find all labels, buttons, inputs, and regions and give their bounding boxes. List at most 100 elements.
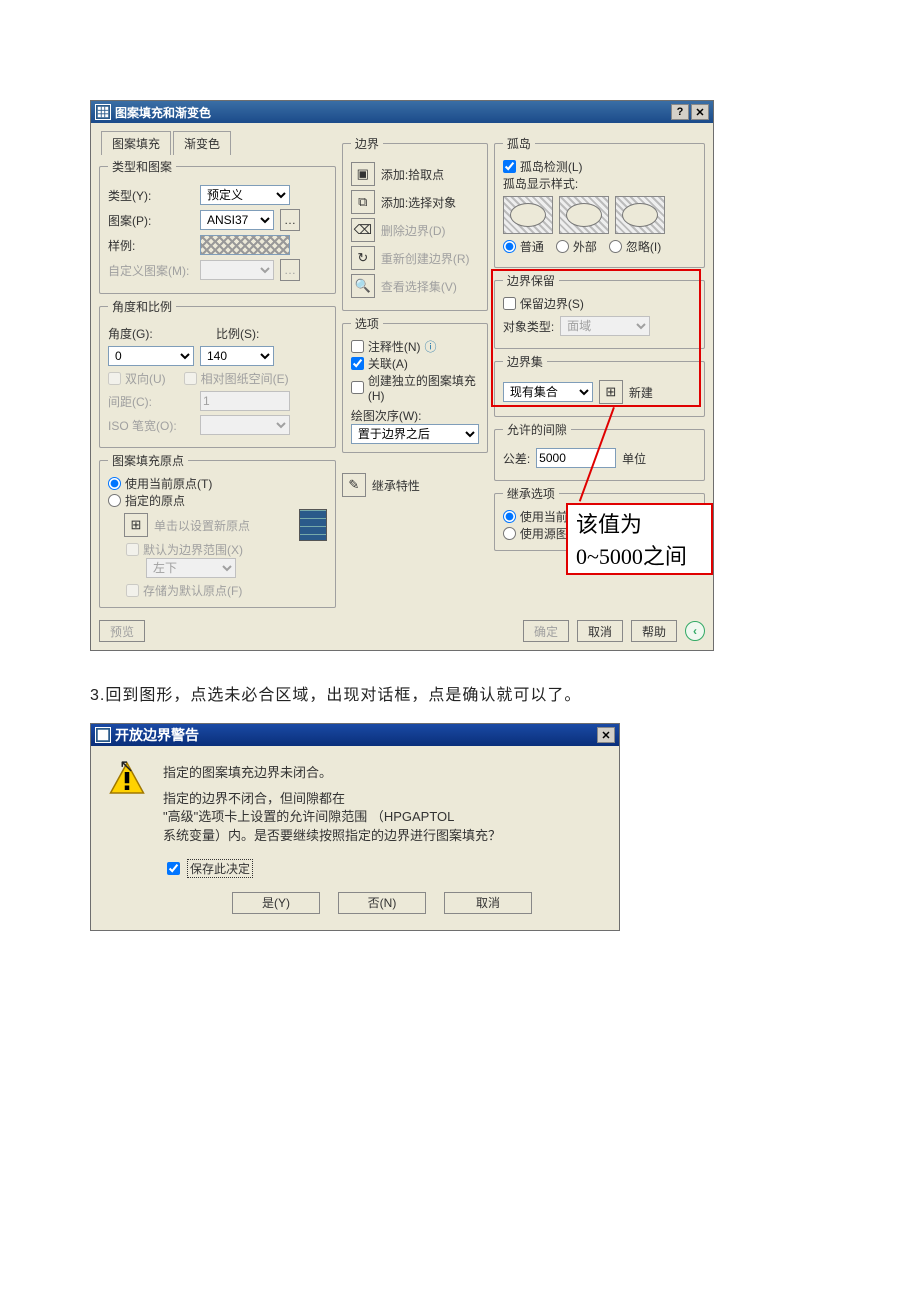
- inherit-current-radio[interactable]: [503, 510, 516, 523]
- draworder-label: 绘图次序(W):: [351, 409, 422, 423]
- viewsel-label: 查看选择集(V): [381, 278, 457, 295]
- warning-msg-1: 指定的图案填充边界未闭合。: [163, 764, 601, 782]
- tol-unit: 单位: [622, 450, 646, 467]
- hatch-origin-legend: 图案填充原点: [108, 452, 188, 469]
- pattern-select[interactable]: ANSI37: [200, 210, 274, 230]
- angle-scale-group: 角度和比例 角度(G): 比例(S): 0 140 双向(U) 相对图纸空间(E…: [99, 298, 336, 448]
- relpaper-label: 相对图纸空间(E): [201, 370, 289, 387]
- origin-current-radio[interactable]: [108, 477, 121, 490]
- assoc-checkbox[interactable]: [351, 357, 364, 370]
- dialog-title-bar: 图案填充和渐变色 ? ✕: [91, 101, 713, 123]
- island-outer-label: 外部: [573, 238, 597, 255]
- objtype-label: 对象类型:: [503, 318, 554, 335]
- independent-label: 创建独立的图案填充(H): [368, 372, 479, 403]
- sample-label: 样例:: [108, 237, 194, 254]
- warning-cancel-button[interactable]: 取消: [444, 892, 532, 914]
- type-pattern-group: 类型和图案 类型(Y): 预定义 图案(P): ANSI37 … 样例:: [99, 158, 336, 294]
- island-ignore-label: 忽略(I): [626, 238, 661, 255]
- island-style-outer-icon[interactable]: [559, 196, 609, 234]
- store-default-checkbox: [126, 584, 139, 597]
- selectobj-label: 添加:选择对象: [381, 194, 456, 211]
- type-label: 类型(Y):: [108, 187, 194, 204]
- origin-current-label: 使用当前原点(T): [125, 475, 212, 492]
- origin-pos-select: 左下: [146, 558, 236, 578]
- cursor-icon: ↖: [119, 756, 134, 777]
- island-normal-label: 普通: [520, 238, 544, 255]
- island-outer-radio[interactable]: [556, 240, 569, 253]
- tol-input[interactable]: [536, 448, 616, 468]
- island-detect-checkbox[interactable]: [503, 160, 516, 173]
- inherit-label: 继承特性: [372, 477, 420, 494]
- spacing-label: 间距(C):: [108, 393, 194, 410]
- scale-select[interactable]: 140: [200, 346, 274, 366]
- island-detect-label: 孤岛检测(L): [520, 158, 583, 175]
- warning-title-bar: 开放边界警告 ✕: [91, 724, 619, 746]
- preview-button: 预览: [99, 620, 145, 642]
- island-normal-radio[interactable]: [503, 240, 516, 253]
- bset-select[interactable]: 现有集合: [503, 382, 593, 402]
- retain-checkbox[interactable]: [503, 297, 516, 310]
- boundary-retain-legend: 边界保留: [503, 272, 559, 289]
- set-origin-label: 单击以设置新原点: [154, 517, 250, 534]
- annotative-checkbox[interactable]: [351, 340, 364, 353]
- instruction-text: 3.回到图形，点选未必合区域，出现对话框，点是确认就可以了。: [90, 681, 830, 705]
- double-checkbox: [108, 372, 121, 385]
- tab-hatch[interactable]: 图案填充: [101, 131, 171, 155]
- warning-close-icon[interactable]: ✕: [597, 727, 615, 743]
- bset-new-label: 新建: [629, 384, 653, 401]
- cancel-button[interactable]: 取消: [577, 620, 623, 642]
- retain-label: 保留边界(S): [520, 295, 584, 312]
- warning-msg-2a: 指定的边界不闭合，但间隙都在: [163, 791, 345, 806]
- default-ext-label: 默认为边界范围(X): [143, 541, 243, 558]
- boundary-retain-group: 边界保留 保留边界(S) 对象类型: 面域: [494, 272, 705, 349]
- save-decision-label: 保存此决定: [187, 859, 253, 878]
- island-style-ignore-icon[interactable]: [615, 196, 665, 234]
- help-button[interactable]: 帮助: [631, 620, 677, 642]
- origin-specified-label: 指定的原点: [125, 492, 185, 509]
- ok-button: 确定: [523, 620, 569, 642]
- type-select[interactable]: 预定义: [200, 185, 290, 205]
- pickpoints-button[interactable]: ▣: [351, 162, 375, 186]
- store-default-label: 存储为默认原点(F): [143, 582, 242, 599]
- iso-label: ISO 笔宽(O):: [108, 417, 194, 434]
- origin-preview-icon: [299, 509, 327, 541]
- inherit-source-radio[interactable]: [503, 527, 516, 540]
- delbound-label: 删除边界(D): [381, 222, 446, 239]
- angle-select[interactable]: 0: [108, 346, 194, 366]
- warning-msg-2c: 系统变量）内。是否要继续按照指定的边界进行图案填充？: [163, 828, 501, 843]
- options-group: 选项 注释性(N)ⓘ 关联(A) 创建独立的图案填充(H) 绘图次序(W): 置…: [342, 315, 488, 453]
- objtype-select: 面域: [560, 316, 650, 336]
- gap-group: 允许的间隙 公差: 单位: [494, 421, 705, 481]
- inherit-button[interactable]: ✎: [342, 473, 366, 497]
- bset-new-icon[interactable]: ⊞: [599, 380, 623, 404]
- independent-checkbox[interactable]: [351, 381, 364, 394]
- custom-pattern-label: 自定义图案(M):: [108, 262, 194, 279]
- inherit-options-legend: 继承选项: [503, 485, 559, 502]
- hatch-dialog: 图案填充和渐变色 ? ✕ 图案填充 渐变色 类型和图案 类型(Y):: [90, 100, 714, 651]
- island-style-label: 孤岛显示样式:: [503, 177, 578, 191]
- island-ignore-radio[interactable]: [609, 240, 622, 253]
- pattern-browse-button[interactable]: …: [280, 209, 300, 231]
- pattern-label: 图案(P):: [108, 212, 194, 229]
- tol-label: 公差:: [503, 450, 530, 467]
- angle-scale-legend: 角度和比例: [108, 298, 176, 315]
- help-icon[interactable]: ?: [671, 104, 689, 120]
- save-decision-checkbox[interactable]: [167, 862, 180, 875]
- islands-group: 孤岛 孤岛检测(L) 孤岛显示样式: 普通 外部 忽略(I): [494, 135, 705, 268]
- selectobj-button[interactable]: ⧉: [351, 190, 375, 214]
- yes-button[interactable]: 是(Y): [232, 892, 320, 914]
- expand-icon[interactable]: ‹: [685, 621, 705, 641]
- origin-specified-radio[interactable]: [108, 494, 121, 507]
- no-button[interactable]: 否(N): [338, 892, 426, 914]
- angle-label: 角度(G):: [108, 325, 194, 342]
- dialog-title: 图案填充和渐变色: [115, 104, 211, 121]
- app-icon: [95, 104, 111, 120]
- tab-gradient[interactable]: 渐变色: [173, 131, 231, 155]
- boundary-set-group: 边界集 现有集合 ⊞ 新建: [494, 353, 705, 417]
- relpaper-checkbox: [184, 372, 197, 385]
- island-style-normal-icon[interactable]: [503, 196, 553, 234]
- pattern-swatch[interactable]: [200, 235, 290, 255]
- close-icon[interactable]: ✕: [691, 104, 709, 120]
- draworder-select[interactable]: 置于边界之后: [351, 424, 479, 444]
- type-pattern-legend: 类型和图案: [108, 158, 176, 175]
